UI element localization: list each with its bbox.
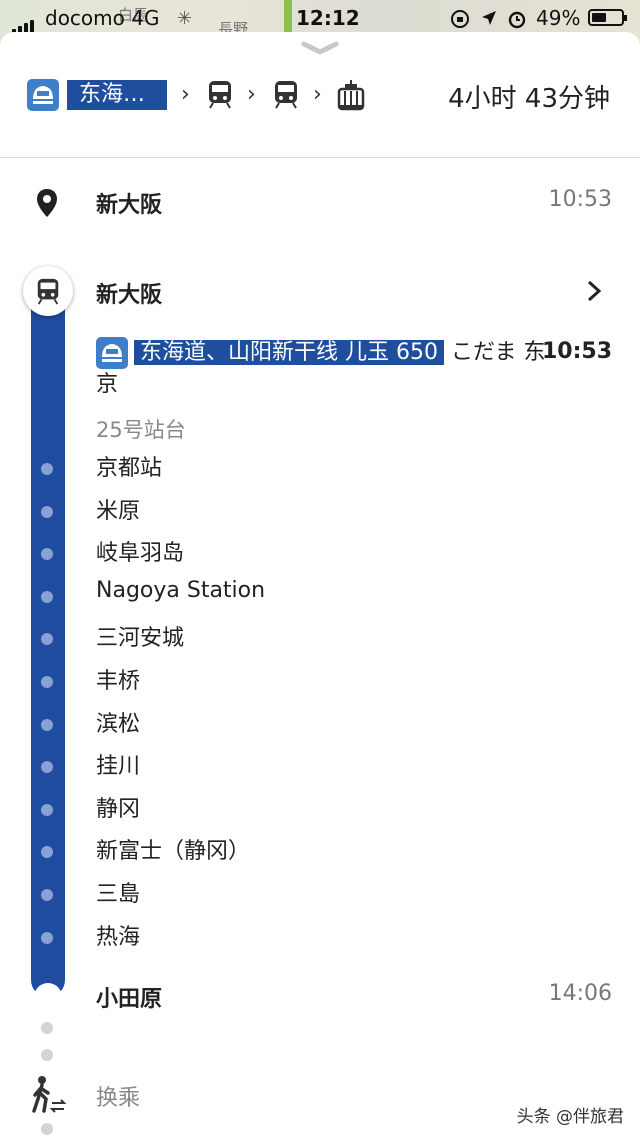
origin-name: 新大阪: [96, 193, 163, 218]
stop-dot: [41, 463, 53, 475]
walk-dot: [41, 1022, 53, 1034]
shinkansen-icon: [96, 337, 128, 369]
stop-dot: [41, 889, 53, 901]
location-pin-icon: [37, 189, 57, 217]
stop-name: 新富士（静冈）: [96, 839, 251, 864]
carrier-label: docomo 4G: [45, 6, 160, 30]
stop-name: 丰桥: [96, 669, 141, 694]
stop-dot: [41, 932, 53, 944]
stop-name: Nagoya Station: [96, 578, 266, 603]
stop-name: 热海: [96, 925, 141, 950]
route-first-line-label: 东海…: [67, 80, 167, 110]
train-icon: [37, 278, 59, 305]
stop-name: 三島: [96, 882, 141, 907]
trip-duration: 4小时 43分钟: [448, 84, 610, 114]
departure-station[interactable]: 新大阪: [96, 277, 162, 309]
stop-dot: [41, 506, 53, 518]
stop-name: 静冈: [96, 797, 141, 822]
stop-dot: [41, 676, 53, 688]
route-summary[interactable]: 东海… › › › 4小时 43分钟: [0, 64, 640, 128]
route-chevron-icon: ›: [181, 82, 190, 107]
stop-name: 米原: [96, 499, 141, 524]
walk-dot: [41, 1049, 53, 1061]
orientation-lock-icon: [451, 10, 469, 28]
train-icon: [209, 81, 231, 109]
battery-percent: 49%: [536, 6, 581, 30]
status-bar: docomo 4G ✳ 12:12 49%: [0, 0, 640, 36]
route-chevron-icon: ›: [313, 82, 322, 107]
platform-label: 25号站台: [96, 418, 186, 442]
stop-dot: [41, 591, 53, 603]
stop-dot: [41, 846, 53, 858]
stop-name: 京都站: [96, 456, 163, 481]
chevron-right-icon[interactable]: [584, 279, 604, 303]
stop-dot: [41, 719, 53, 731]
stop-dot: [41, 761, 53, 773]
stop-name: 三河安城: [96, 626, 185, 651]
alarm-icon: [508, 11, 526, 29]
location-arrow-icon: [482, 11, 496, 25]
stop-name: 岐阜羽岛: [96, 541, 185, 566]
arrival-time: 14:06: [548, 981, 612, 1006]
transfer-label: 换乘: [96, 1086, 141, 1111]
clock: 12:12: [296, 6, 360, 30]
origin-time: 10:53: [548, 187, 612, 212]
stop-dot: [41, 548, 53, 560]
loading-icon: ✳: [177, 8, 193, 29]
arrival-node: [34, 983, 62, 1011]
battery-icon: [588, 9, 627, 26]
stop-dot: [41, 633, 53, 645]
arrival-station: 小田原: [96, 987, 163, 1012]
station-node: [23, 266, 73, 316]
stop-name: 挂川: [96, 754, 141, 779]
departure-time: 10:53: [541, 339, 612, 364]
train-icon: [275, 81, 297, 109]
cable-car-icon: [337, 80, 365, 111]
train-line-highlight: 东海道、山阳新干线 儿玉 650: [134, 340, 444, 365]
walking-transfer-icon: [32, 1076, 67, 1113]
shinkansen-icon: [27, 79, 59, 111]
route-chevron-icon: ›: [247, 82, 256, 107]
stop-name: 滨松: [96, 712, 141, 737]
sheet-handle-chevron-icon[interactable]: [300, 40, 340, 56]
divider: [0, 157, 640, 158]
train-line-info[interactable]: 东海道、山阳新干线 儿玉 650 こだま 东京: [96, 337, 546, 401]
watermark: 头条 @伴旅君: [516, 1107, 624, 1127]
walk-dot: [41, 1123, 53, 1135]
stop-dot: [41, 804, 53, 816]
